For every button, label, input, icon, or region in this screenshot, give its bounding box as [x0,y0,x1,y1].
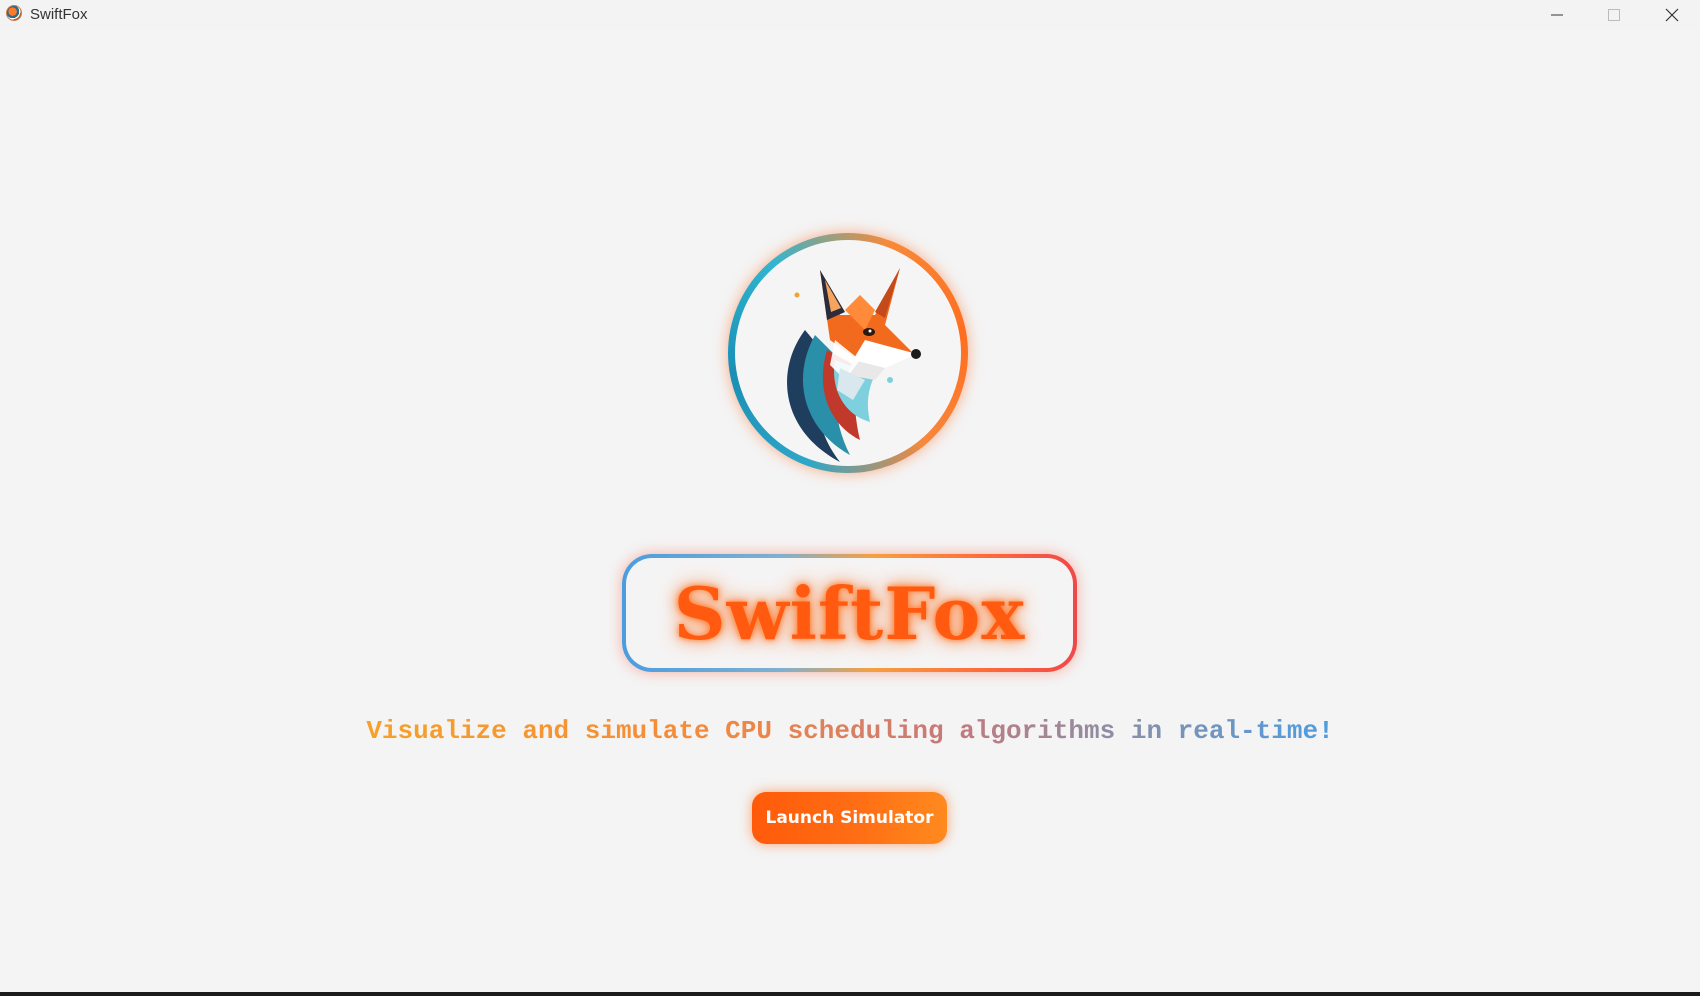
tagline-text: Visualize and simulate CPU scheduling al… [366,716,1334,746]
maximize-icon [1608,9,1620,21]
tagline: Visualize and simulate CPU scheduling al… [0,716,1700,746]
minimize-button[interactable] [1528,0,1586,30]
fox-logo [728,233,968,473]
bottom-edge [0,992,1700,996]
title-bar[interactable]: SwiftFox [0,0,1700,30]
app-title-frame-inner: SwiftFox [626,558,1073,668]
maximize-button[interactable] [1585,0,1643,30]
fox-logo-icon [787,268,921,462]
app-title-frame: SwiftFox [622,554,1077,672]
app-fox-icon [6,5,22,21]
app-window: SwiftFox SwiftFox Visualize and simulate… [0,0,1700,996]
launch-simulator-button[interactable]: Launch Simulator [752,792,947,844]
app-title-heading: SwiftFox [673,570,1026,656]
close-button[interactable] [1643,0,1700,30]
logo-badge [735,240,961,466]
minimize-icon [1551,14,1563,16]
close-icon [1665,8,1679,22]
window-title: SwiftFox [30,6,88,23]
